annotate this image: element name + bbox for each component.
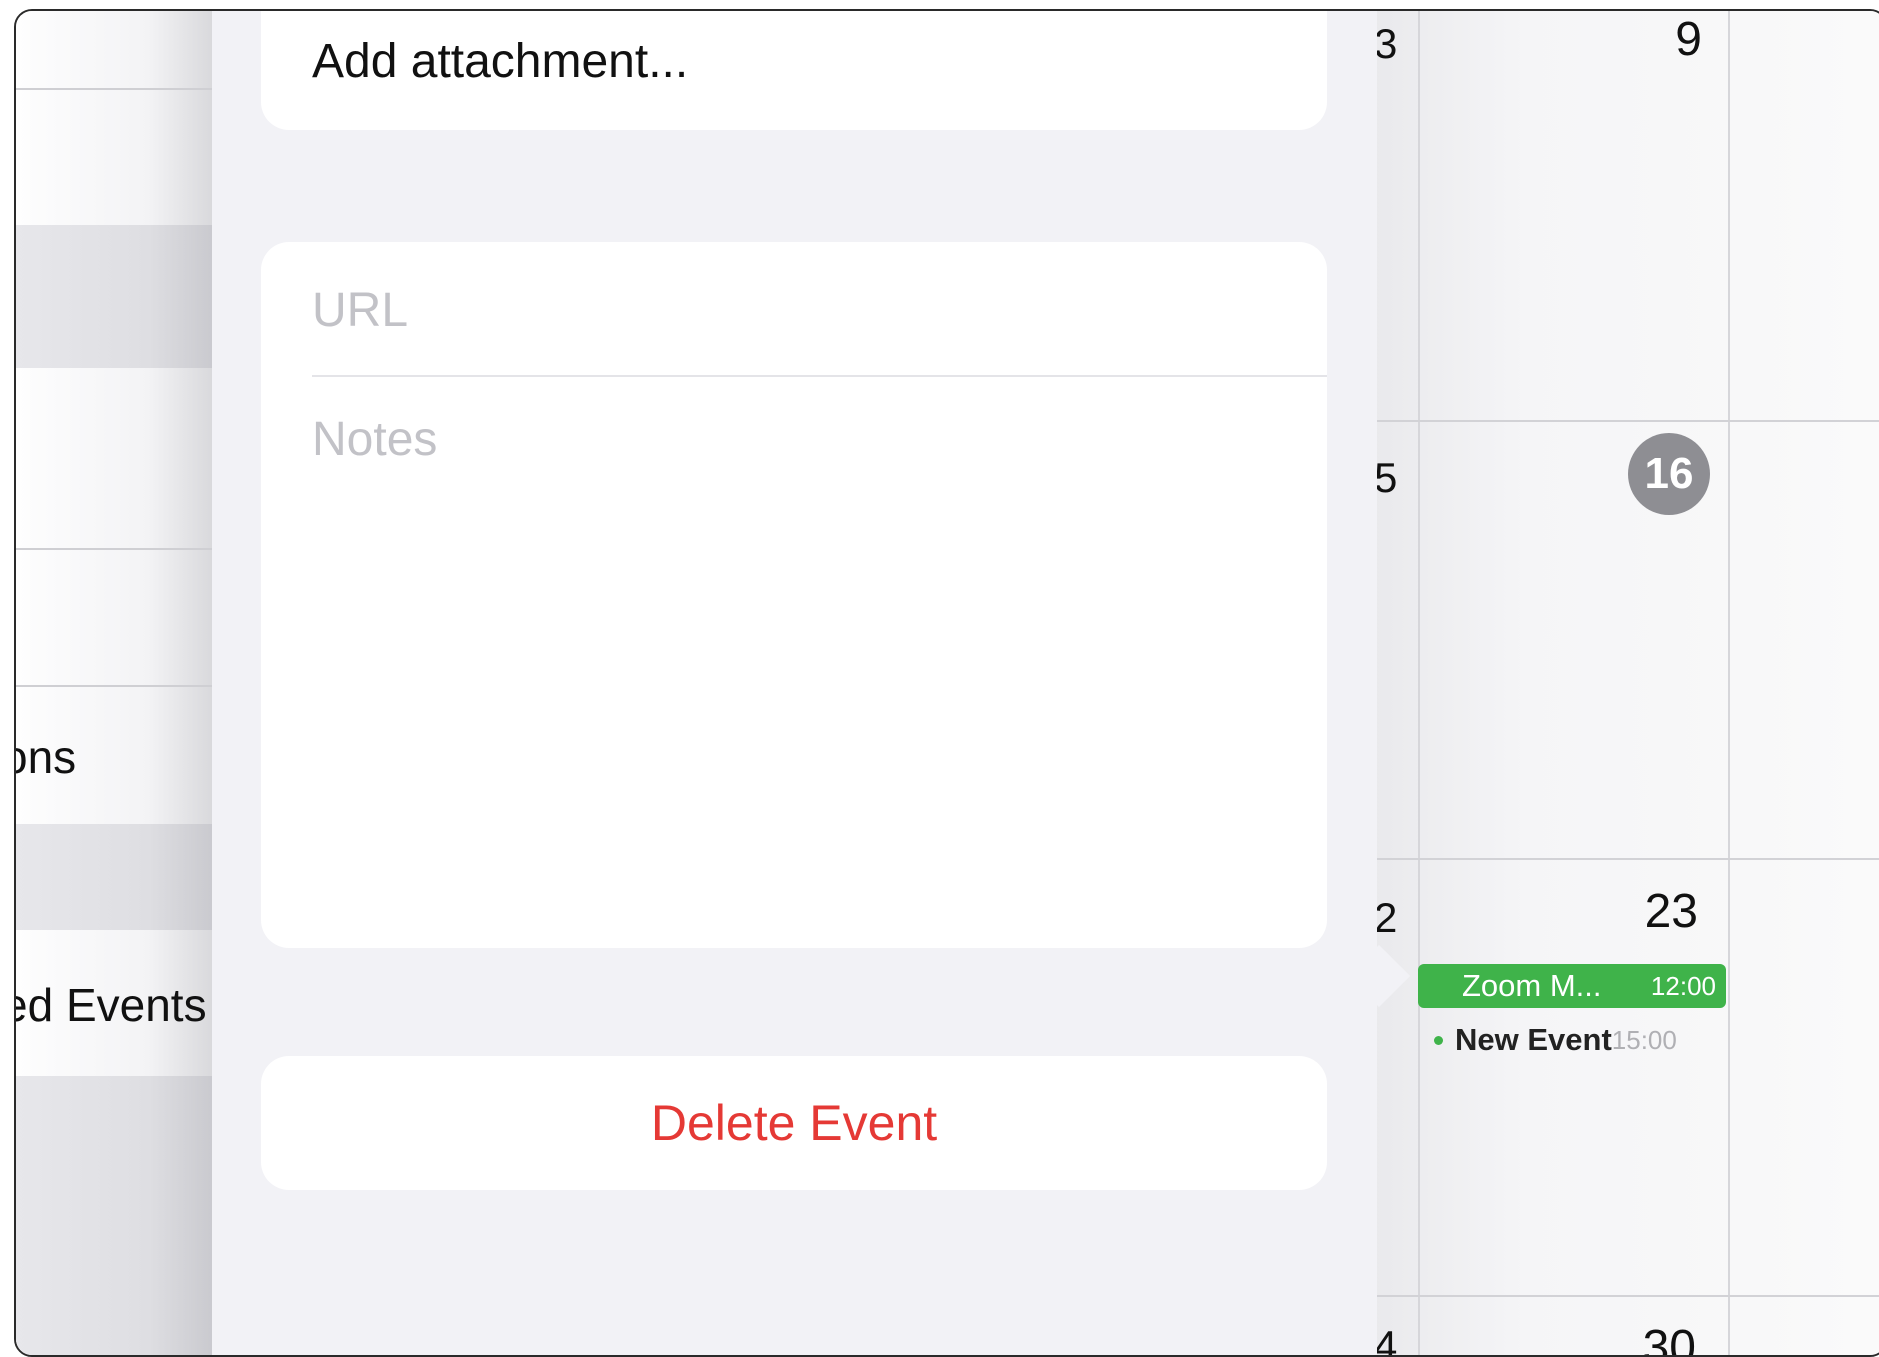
sidebar-selected-row[interactable] — [16, 225, 212, 368]
notes-field[interactable] — [312, 412, 1302, 912]
day-number[interactable]: 23 — [1614, 884, 1698, 939]
url-notes-card — [261, 242, 1327, 948]
sidebar-divider — [16, 88, 212, 90]
sidebar: ons ed Events — [16, 11, 212, 1355]
sidebar-item-events[interactable]: ed Events — [16, 978, 208, 1032]
sidebar-item-options[interactable]: ons — [16, 730, 208, 784]
field-divider — [312, 375, 1327, 377]
day-number[interactable]: 30 — [1612, 1320, 1696, 1355]
event-dot-icon — [1434, 1035, 1443, 1045]
event-title: New Event — [1455, 1022, 1612, 1057]
day-number[interactable]: 9 — [1642, 12, 1702, 67]
day-number-partial: 5 — [1374, 454, 1398, 501]
device-frame: ons ed Events 3 5 2 4 9 16 23 30 Zoom M.… — [14, 9, 1879, 1357]
calendar-event-selected[interactable]: Zoom M... 12:00 — [1418, 964, 1726, 1008]
sidebar-divider — [16, 685, 212, 687]
day-number-partial: 3 — [1374, 20, 1398, 67]
calendar-week-line — [1372, 420, 1879, 422]
attachment-card: Add attachment... — [261, 11, 1327, 130]
calendar-week-line — [1372, 1295, 1879, 1297]
calendar-week-line — [1372, 858, 1879, 860]
sidebar-row[interactable] — [16, 1076, 212, 1355]
sidebar-row[interactable] — [16, 824, 212, 930]
event-time: 15:00 — [1611, 1024, 1677, 1055]
day-number-partial: 4 — [1374, 1322, 1398, 1357]
add-attachment-button[interactable]: Add attachment... — [312, 34, 688, 89]
url-field[interactable] — [312, 278, 1302, 342]
calendar-column-line — [1728, 11, 1730, 1355]
event-time: 12:00 — [1650, 970, 1716, 1001]
calendar-event[interactable]: New Event 15:00 — [1434, 1018, 1734, 1062]
delete-event-button[interactable]: Delete Event — [261, 1056, 1327, 1190]
event-title: Zoom M... — [1462, 968, 1602, 1003]
calendar-column-line — [1418, 11, 1420, 1355]
calendar-month-grid: 3 5 2 4 — [1372, 11, 1879, 1357]
day-number-partial: 2 — [1374, 894, 1398, 941]
delete-event-label: Delete Event — [650, 1095, 938, 1151]
day-number-today[interactable]: 16 — [1628, 433, 1710, 515]
sidebar-divider — [16, 548, 212, 550]
